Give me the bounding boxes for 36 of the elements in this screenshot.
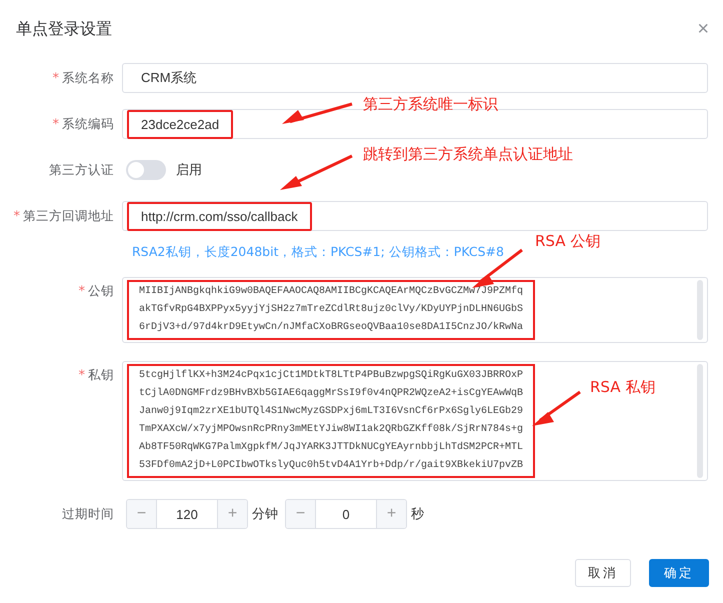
- annotation-arrow: [532, 390, 581, 426]
- unit-label: 分钟: [252, 506, 278, 523]
- annotation-text: RSA 公钥: [535, 232, 600, 251]
- required-mark: *: [52, 116, 59, 132]
- annotation-text: RSA 私钥: [590, 378, 656, 397]
- key-text: 5tcgHjlflKX+h3M24cPqx1cjCt1MDtkT8LTtP4PBuBzwpgSQiRgKuGX03JBRROxP tCjlA0DNGMFrdz9BHvBXb5GIAE6qaggMrSsI9f0v4nQPR2WQzeA2+isCgYEAwWqB Janw0j9Iqm2zrXE1bUTQl4S1NwcMyzGSDPxj6mLT3I6VsnCf6rPx6Sgly6LEGb29 TmPXAXcW/x7yjMPOwsnRcPRny3mMEtYJiw8WI1ak2QRbGZKff08k/SjRrN784s+g Ab8TF50RqWKG7PalmXgpkfM/JqJYARK3JTTDkNUCgYEAyrnbbjLhTdSM2PCR+MTL 53FDf0mA2jD+L0PCIbwOTkslyQuc0h5tvD4A1Yrb+Ddp/r/gait9XBkekiU7pvZB: [127, 364, 536, 478]
- field-label: 系统编码: [62, 116, 114, 132]
- required-mark: *: [78, 368, 85, 383]
- toggle-switch[interactable]: [126, 160, 166, 180]
- input-field[interactable]: http://crm.com/sso/callback: [122, 201, 708, 231]
- required-mark: *: [52, 70, 59, 86]
- textarea-field[interactable]: [122, 361, 708, 481]
- annotation-text: 跳转到第三方系统单点认证地址: [363, 145, 573, 164]
- field-value: 23dce2ce2ad: [127, 110, 234, 138]
- annotation-arrow: [282, 102, 352, 124]
- dialog-title: 单点登录设置: [16, 18, 112, 40]
- format-hint: RSA2私钥，长度2048bit，格式：PKCS#1; 公钥格式：PKCS#8: [132, 244, 504, 260]
- field-label: 公钥: [88, 283, 114, 300]
- scrollbar[interactable]: [697, 364, 703, 478]
- field-label: 第三方回调地址: [23, 208, 114, 224]
- unit-label: 秒: [411, 506, 424, 523]
- field-value: http://crm.com/sso/callback: [127, 202, 312, 230]
- required-mark: *: [78, 284, 85, 299]
- key-text: MIIBIjANBgkqhkiG9w0BAQEFAAOCAQ8AMIIBCgKCAQEArMQCzBvGCZMw7J9PZMfq akTGfvRpG4BXPPyx5yyjYjSH2z7mTreZCdlRt8ujz0clVy/KDyUYPjnDLHN6UGbS 6rDjV3+d/97d4krD9EtywCn/nJMfaCXoBRGseoQVBaa10se8DA1I5CnzJO/kRwNa: [127, 280, 536, 340]
- scrollbar[interactable]: [697, 280, 703, 340]
- switch-label: 启用: [176, 162, 202, 179]
- field-label: 过期时间: [62, 506, 114, 522]
- required-mark: *: [14, 208, 20, 224]
- input-field[interactable]: CRM系统: [122, 63, 708, 93]
- textarea-field[interactable]: MIIBIjANBgkqhkiG9w0BAQEFAAOCAQ8AMIIBCgKCAQEArMQCzBvGCZMw7J9PZMfq akTGfvRpG4BXPPyx5yyjYjSH2z7mTreZCdlRt8ujz0clVy/KDyUYPjnDLHN6UGbS 6rDjV3+d/97d4krD9EtywCn/nJMfaCXoBRGseoQVBaa10se8DA1I5CnzJO/kRwNa: [122, 277, 708, 343]
- field-label: 私钥: [88, 367, 114, 384]
- cancel-button[interactable]: 取消: [575, 559, 631, 587]
- field-value: CRM系统: [140, 69, 198, 87]
- confirm-button[interactable]: 确定: [649, 559, 709, 587]
- field-label: 第三方认证: [49, 162, 114, 178]
- field-label: 系统名称: [62, 70, 114, 86]
